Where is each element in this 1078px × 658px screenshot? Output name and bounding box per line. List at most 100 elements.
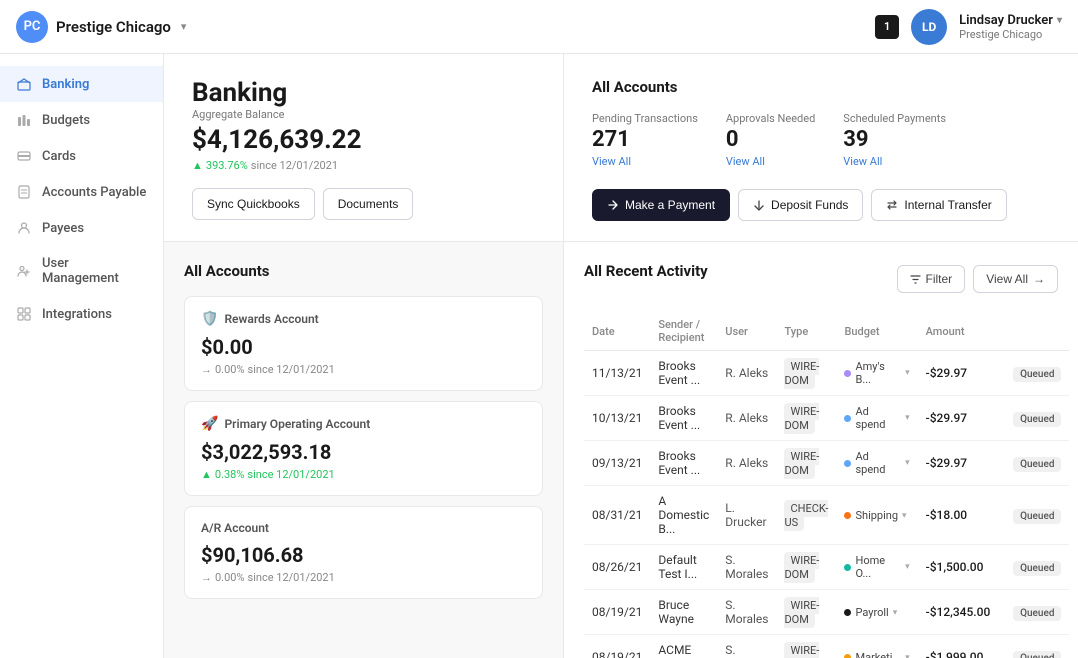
table-row[interactable]: 08/19/21 Bruce Wayne S. Morales WIRE-DOM… bbox=[584, 590, 1069, 635]
table-row[interactable]: 08/19/21 ACME Compa... S. Morales WIRE-D… bbox=[584, 635, 1069, 658]
deposit-funds-button[interactable]: Deposit Funds bbox=[738, 189, 863, 221]
brand[interactable]: PC Prestige Chicago ▾ bbox=[16, 11, 186, 43]
cell-budget: Ad spend ▾ bbox=[836, 441, 917, 486]
stat-scheduled-value: 39 bbox=[843, 127, 946, 152]
stat-pending-link[interactable]: View All bbox=[592, 155, 631, 168]
user-info: Lindsay Drucker ▾ Prestige Chicago bbox=[959, 13, 1062, 41]
cell-status: Queued bbox=[1005, 545, 1069, 590]
sidebar-item-integrations[interactable]: Integrations bbox=[0, 296, 163, 332]
cell-budget: Payroll ▾ bbox=[836, 590, 917, 635]
stat-approvals-label: Approvals Needed bbox=[726, 112, 815, 125]
rewards-account-icon: 🛡️ bbox=[201, 311, 218, 327]
cell-user: S. Morales bbox=[717, 590, 776, 635]
brand-avatar: PC bbox=[16, 11, 48, 43]
banking-header: Banking Aggregate Balance $4,126,639.22 … bbox=[164, 54, 564, 241]
recent-activity-panel: All Recent Activity Filter View All → bbox=[564, 242, 1078, 658]
cell-amount: -$12,345.00 bbox=[918, 590, 1005, 635]
cell-budget: Marketi... ▾ bbox=[836, 635, 917, 658]
sidebar-item-payees[interactable]: Payees bbox=[0, 210, 163, 246]
cell-type: WIRE-DOM bbox=[776, 635, 836, 658]
user-company: Prestige Chicago bbox=[959, 28, 1062, 41]
documents-button[interactable]: Documents bbox=[323, 188, 414, 220]
cell-user: L. Drucker bbox=[717, 486, 776, 545]
cell-sender: Brooks Event ... bbox=[650, 351, 717, 396]
internal-transfer-button[interactable]: Internal Transfer bbox=[871, 189, 1006, 221]
cell-budget: Shipping ▾ bbox=[836, 486, 917, 545]
cell-user: S. Morales bbox=[717, 635, 776, 658]
all-accounts-title: All Accounts bbox=[592, 78, 1050, 96]
primary-account-change: ▲ 0.38% since 12/01/2021 bbox=[201, 468, 526, 481]
col-sender: Sender / Recipient bbox=[650, 312, 717, 351]
view-all-button[interactable]: View All → bbox=[973, 265, 1058, 293]
primary-account-balance: $3,022,593.18 bbox=[201, 440, 526, 464]
cell-amount: -$1,500.00 bbox=[918, 545, 1005, 590]
account-card-ar-header: A/R Account bbox=[201, 521, 526, 535]
cards-icon bbox=[16, 148, 32, 164]
all-accounts-header: All Accounts Pending Transactions 271 Vi… bbox=[564, 54, 1078, 241]
account-card-primary-header: 🚀 Primary Operating Account bbox=[201, 416, 526, 432]
cell-type: WIRE-DOM bbox=[776, 441, 836, 486]
table-row[interactable]: 11/13/21 Brooks Event ... R. Aleks WIRE-… bbox=[584, 351, 1069, 396]
sidebar-label-cards: Cards bbox=[42, 149, 76, 164]
balance-section: Aggregate Balance $4,126,639.22 ▲ 393.76… bbox=[192, 108, 535, 172]
cell-amount: -$29.97 bbox=[918, 396, 1005, 441]
table-row[interactable]: 08/31/21 A Domestic B... L. Drucker CHEC… bbox=[584, 486, 1069, 545]
sidebar-item-user-management[interactable]: User Management bbox=[0, 246, 163, 296]
sidebar-item-cards[interactable]: Cards bbox=[0, 138, 163, 174]
primary-account-name: Primary Operating Account bbox=[224, 417, 370, 431]
sidebar-item-banking[interactable]: Banking bbox=[0, 66, 163, 102]
cell-amount: -$18.00 bbox=[918, 486, 1005, 545]
sidebar-label-user-management: User Management bbox=[42, 256, 147, 286]
col-status bbox=[1005, 312, 1069, 351]
cell-date: 08/19/21 bbox=[584, 635, 650, 658]
user-management-icon bbox=[16, 263, 32, 279]
user-avatar: LD bbox=[911, 9, 947, 45]
account-card-ar[interactable]: A/R Account $90,106.68 → 0.00% since 12/… bbox=[184, 506, 543, 599]
cell-date: 09/13/21 bbox=[584, 441, 650, 486]
page-title: Banking bbox=[192, 78, 535, 108]
brand-name: Prestige Chicago bbox=[56, 18, 171, 36]
col-type: Type bbox=[776, 312, 836, 351]
notification-count: 1 bbox=[884, 20, 890, 33]
sidebar-label-banking: Banking bbox=[42, 77, 89, 92]
brand-chevron-icon: ▾ bbox=[181, 20, 187, 33]
make-payment-button[interactable]: Make a Payment bbox=[592, 189, 730, 221]
budgets-icon bbox=[16, 112, 32, 128]
ar-account-change: → 0.00% since 12/01/2021 bbox=[201, 571, 526, 584]
stat-scheduled-link[interactable]: View All bbox=[843, 155, 882, 168]
sidebar-item-accounts-payable[interactable]: Accounts Payable bbox=[0, 174, 163, 210]
table-row[interactable]: 08/26/21 Default Test I... S. Morales WI… bbox=[584, 545, 1069, 590]
sidebar-label-budgets: Budgets bbox=[42, 113, 90, 128]
cell-user: R. Aleks bbox=[717, 441, 776, 486]
table-row[interactable]: 10/13/21 Brooks Event ... R. Aleks WIRE-… bbox=[584, 396, 1069, 441]
cell-user: R. Aleks bbox=[717, 351, 776, 396]
stat-pending-label: Pending Transactions bbox=[592, 112, 698, 125]
sidebar-label-integrations: Integrations bbox=[42, 307, 112, 322]
sync-quickbooks-button[interactable]: Sync Quickbooks bbox=[192, 188, 315, 220]
balance-change: ▲ 393.76% since 12/01/2021 bbox=[192, 159, 535, 172]
filter-button[interactable]: Filter bbox=[897, 265, 966, 293]
top-nav: PC Prestige Chicago ▾ 1 LD Lindsay Druck… bbox=[0, 0, 1078, 54]
cell-date: 10/13/21 bbox=[584, 396, 650, 441]
user-chevron-icon: ▾ bbox=[1057, 15, 1062, 26]
view-all-arrow-icon: → bbox=[1033, 272, 1045, 286]
cell-type: WIRE-DOM bbox=[776, 351, 836, 396]
integrations-icon bbox=[16, 306, 32, 322]
cell-status: Queued bbox=[1005, 486, 1069, 545]
account-card-primary[interactable]: 🚀 Primary Operating Account $3,022,593.1… bbox=[184, 401, 543, 496]
payment-action-buttons: Make a Payment Deposit Funds Internal Tr… bbox=[592, 189, 1050, 221]
user-name: Lindsay Drucker ▾ bbox=[959, 13, 1062, 28]
cell-date: 08/26/21 bbox=[584, 545, 650, 590]
cell-type: CHECK-US bbox=[776, 486, 836, 545]
cell-amount: -$29.97 bbox=[918, 351, 1005, 396]
stat-approvals-link[interactable]: View All bbox=[726, 155, 765, 168]
notification-badge[interactable]: 1 bbox=[875, 15, 899, 39]
account-card-rewards[interactable]: 🛡️ Rewards Account $0.00 → 0.00% since 1… bbox=[184, 296, 543, 391]
cell-date: 08/31/21 bbox=[584, 486, 650, 545]
balance-label: Aggregate Balance bbox=[192, 108, 535, 121]
col-date: Date bbox=[584, 312, 650, 351]
cell-sender: Brooks Event ... bbox=[650, 441, 717, 486]
sidebar-item-budgets[interactable]: Budgets bbox=[0, 102, 163, 138]
table-row[interactable]: 09/13/21 Brooks Event ... R. Aleks WIRE-… bbox=[584, 441, 1069, 486]
cell-type: WIRE-DOM bbox=[776, 396, 836, 441]
